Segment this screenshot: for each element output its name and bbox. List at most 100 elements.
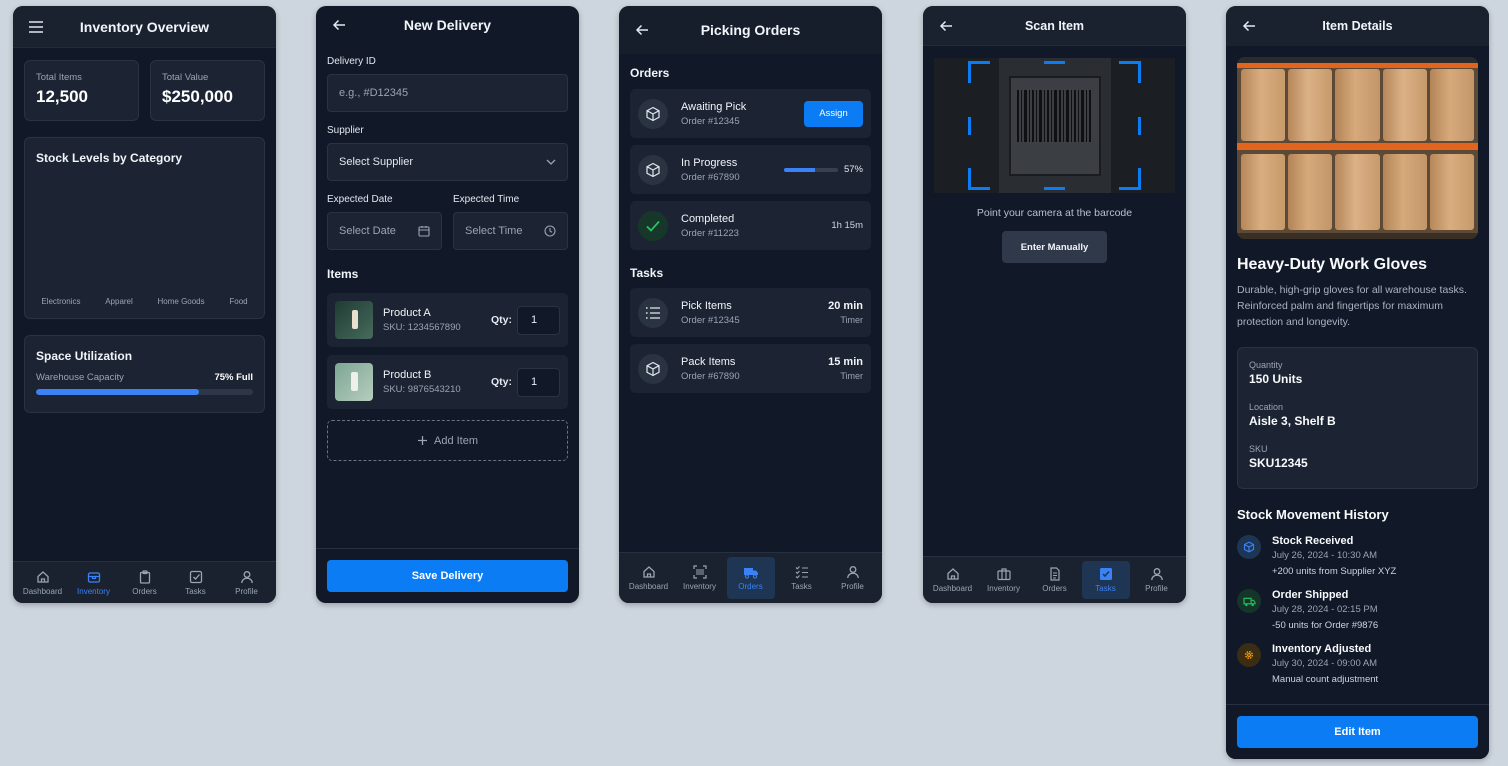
location-label: Location xyxy=(1249,402,1284,412)
task-duration: 15 min xyxy=(828,356,863,368)
save-delivery-button[interactable]: Save Delivery xyxy=(327,560,568,592)
history-date: July 30, 2024 - 09:00 AM xyxy=(1272,658,1378,669)
header: Inventory Overview xyxy=(13,6,276,48)
package-icon xyxy=(638,98,668,129)
nav-dashboard[interactable]: Dashboard xyxy=(929,561,977,599)
nav-dashboard[interactable]: Dashboard xyxy=(19,564,67,602)
bottom-nav: Dashboard Inventory Orders Tasks Profile xyxy=(619,552,882,603)
select-value: Select Date xyxy=(339,225,396,237)
nav-profile[interactable]: Profile xyxy=(223,564,271,602)
orders-title: Orders xyxy=(630,66,670,80)
checkbox-icon xyxy=(189,570,203,584)
space-utilization-card: Space Utilization Warehouse Capacity 75%… xyxy=(24,335,265,413)
nav-profile[interactable]: Profile xyxy=(829,557,877,599)
nav-inventory[interactable]: Inventory xyxy=(676,557,724,599)
plus-icon xyxy=(417,435,428,446)
order-status: Awaiting Pick xyxy=(681,100,747,113)
chevron-down-icon xyxy=(546,159,556,165)
nav-inventory[interactable]: Inventory xyxy=(980,561,1028,599)
nav-tasks[interactable]: Tasks xyxy=(778,557,826,599)
user-icon xyxy=(1150,567,1164,581)
order-number: Order #67890 xyxy=(681,171,740,183)
back-arrow-icon[interactable] xyxy=(633,21,651,39)
add-item-button[interactable]: Add Item xyxy=(327,420,568,461)
quantity-input[interactable]: 1 xyxy=(517,305,560,335)
header: New Delivery xyxy=(316,6,579,44)
task-row[interactable]: Pack Items Order #67890 15 min Timer xyxy=(630,344,871,393)
product-name: Product B xyxy=(383,369,432,381)
assign-button[interactable]: Assign xyxy=(804,100,863,127)
task-row[interactable]: Pick Items Order #12345 20 min Timer xyxy=(630,288,871,337)
items-title: Items xyxy=(327,267,359,281)
task-name: Pick Items xyxy=(681,299,732,312)
item-name: Heavy-Duty Work Gloves xyxy=(1237,256,1427,273)
enter-manually-button[interactable]: Enter Manually xyxy=(1002,231,1107,263)
nav-tasks[interactable]: Tasks xyxy=(1081,561,1130,599)
select-value: Select Time xyxy=(465,225,523,237)
checkbox-icon xyxy=(1099,567,1113,581)
nav-tasks[interactable]: Tasks xyxy=(172,564,220,602)
history-event: Inventory Adjusted xyxy=(1272,643,1372,655)
back-arrow-icon[interactable] xyxy=(330,16,348,34)
product-sku: SKU: 9876543210 xyxy=(383,384,461,395)
quantity-input[interactable]: 1 xyxy=(517,367,560,397)
scan-frame xyxy=(968,61,1141,190)
order-row[interactable]: Awaiting Pick Order #12345 Assign xyxy=(630,89,871,138)
supplier-select[interactable]: Select Supplier xyxy=(327,143,568,181)
page-title: New Delivery xyxy=(403,17,492,33)
camera-viewfinder[interactable] xyxy=(934,58,1175,193)
nav-orders[interactable]: Orders xyxy=(121,564,169,602)
header: Item Details xyxy=(1226,6,1489,46)
order-number: Order #11223 xyxy=(681,227,739,239)
nav-profile[interactable]: Profile xyxy=(1133,561,1181,599)
order-row[interactable]: Completed Order #11223 1h 15m xyxy=(630,201,871,250)
page-title: Scan Item xyxy=(1024,18,1085,33)
nav-label: Profile xyxy=(841,582,864,591)
back-arrow-icon[interactable] xyxy=(1240,17,1258,35)
delivery-id-input[interactable]: e.g., #D12345 xyxy=(327,74,568,112)
sku-label: SKU xyxy=(1249,444,1268,454)
nav-label: Orders xyxy=(738,582,763,591)
package-icon xyxy=(1237,535,1261,559)
back-arrow-icon[interactable] xyxy=(937,17,955,35)
qty-label: Qty: xyxy=(491,376,512,388)
edit-item-button[interactable]: Edit Item xyxy=(1237,716,1478,748)
task-name: Pack Items xyxy=(681,355,736,368)
gear-icon xyxy=(1237,643,1261,667)
capacity-progress-bar xyxy=(36,389,253,395)
stat-value: $250,000 xyxy=(162,87,233,106)
order-status: Completed xyxy=(681,212,735,225)
stat-label: Total Value xyxy=(162,72,209,83)
scan-hint: Point your camera at the barcode xyxy=(976,207,1133,219)
card-title: Stock Levels by Category xyxy=(36,151,183,165)
home-icon xyxy=(642,565,656,579)
checklist-icon xyxy=(795,565,809,579)
category-label: Electronics xyxy=(41,297,81,306)
quantity-value: 150 Units xyxy=(1249,372,1303,386)
header: Scan Item xyxy=(923,6,1186,46)
nav-inventory[interactable]: Inventory xyxy=(70,564,118,602)
nav-orders[interactable]: Orders xyxy=(1031,561,1079,599)
date-picker[interactable]: Select Date xyxy=(327,212,442,250)
date-label: Expected Date xyxy=(327,194,393,205)
stat-label: Total Items xyxy=(36,72,82,83)
bottom-nav: Dashboard Inventory Orders Tasks Profile xyxy=(13,561,276,603)
barcode-icon xyxy=(692,565,707,579)
input-placeholder: e.g., #D12345 xyxy=(339,87,409,99)
total-value-card: Total Value $250,000 xyxy=(150,60,265,121)
order-row[interactable]: In Progress Order #67890 57% xyxy=(630,145,871,194)
page-title: Picking Orders xyxy=(700,22,801,38)
truck-icon xyxy=(743,565,759,579)
truck-icon xyxy=(1237,589,1261,613)
time-picker[interactable]: Select Time xyxy=(453,212,568,250)
list-item: Product B SKU: 9876543210 Qty: 1 xyxy=(327,355,568,409)
nav-orders[interactable]: Orders xyxy=(726,557,775,599)
check-icon xyxy=(638,210,668,241)
tasks-title: Tasks xyxy=(630,266,664,280)
nav-label: Profile xyxy=(235,586,258,596)
history-event: Order Shipped xyxy=(1272,589,1349,601)
order-number: Order #67890 xyxy=(681,370,740,382)
history-detail: Manual count adjustment xyxy=(1272,674,1379,685)
menu-icon[interactable] xyxy=(27,18,45,36)
nav-dashboard[interactable]: Dashboard xyxy=(625,557,673,599)
